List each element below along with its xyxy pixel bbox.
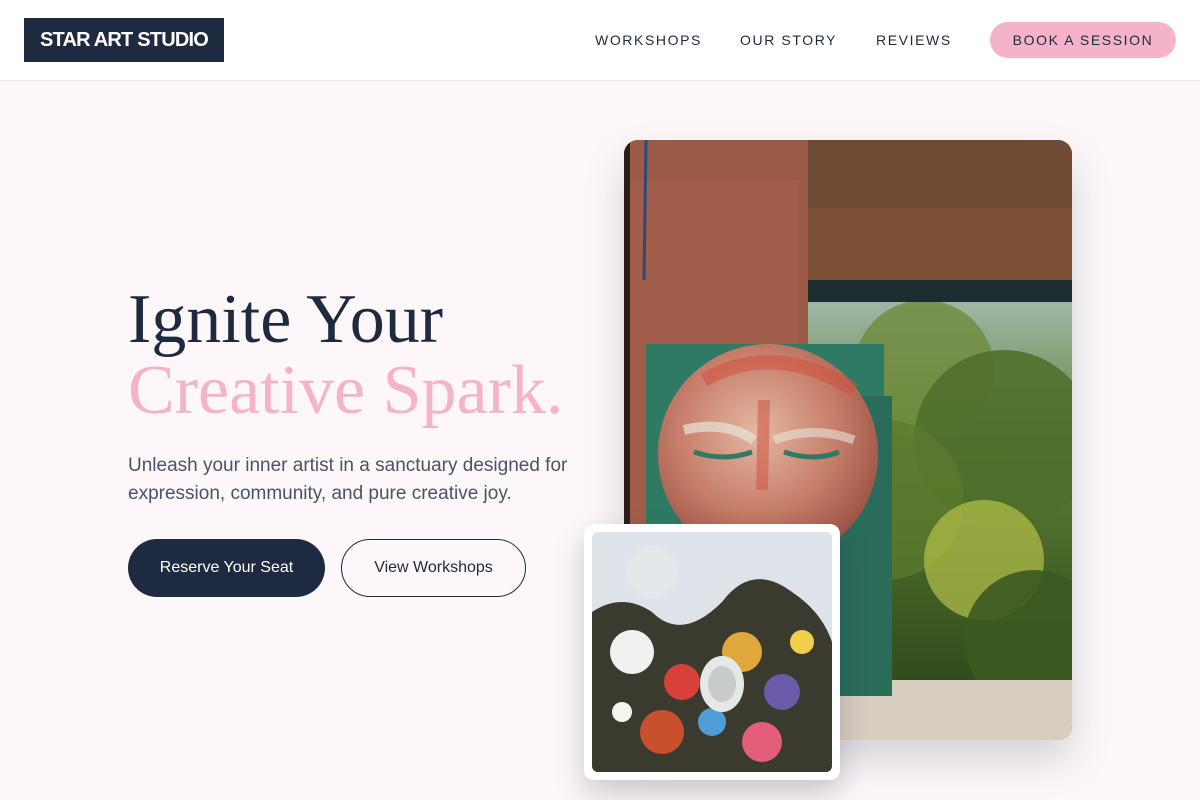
nav-link-our-story[interactable]: OUR STORY (740, 31, 837, 49)
nav-link-workshops[interactable]: WORKSHOPS (595, 31, 702, 49)
hero-headline-line2: Creative Spark. (128, 352, 564, 429)
palette-image (592, 532, 832, 772)
hero-headline-line1: Ignite Your (128, 281, 444, 358)
view-workshops-button[interactable]: View Workshops (341, 539, 526, 597)
reserve-seat-button[interactable]: Reserve Your Seat (128, 539, 325, 597)
site-header: STAR ART STUDIO WORKSHOPS OUR STORY REVI… (0, 0, 1200, 81)
book-session-button[interactable]: BOOK A SESSION (990, 22, 1176, 58)
nav-link-reviews[interactable]: REVIEWS (876, 31, 952, 49)
hero-subtitle: Unleash your inner artist in a sanctuary… (128, 455, 568, 504)
logo[interactable]: STAR ART STUDIO (24, 18, 224, 62)
palette-thumbnail-card (584, 524, 840, 780)
